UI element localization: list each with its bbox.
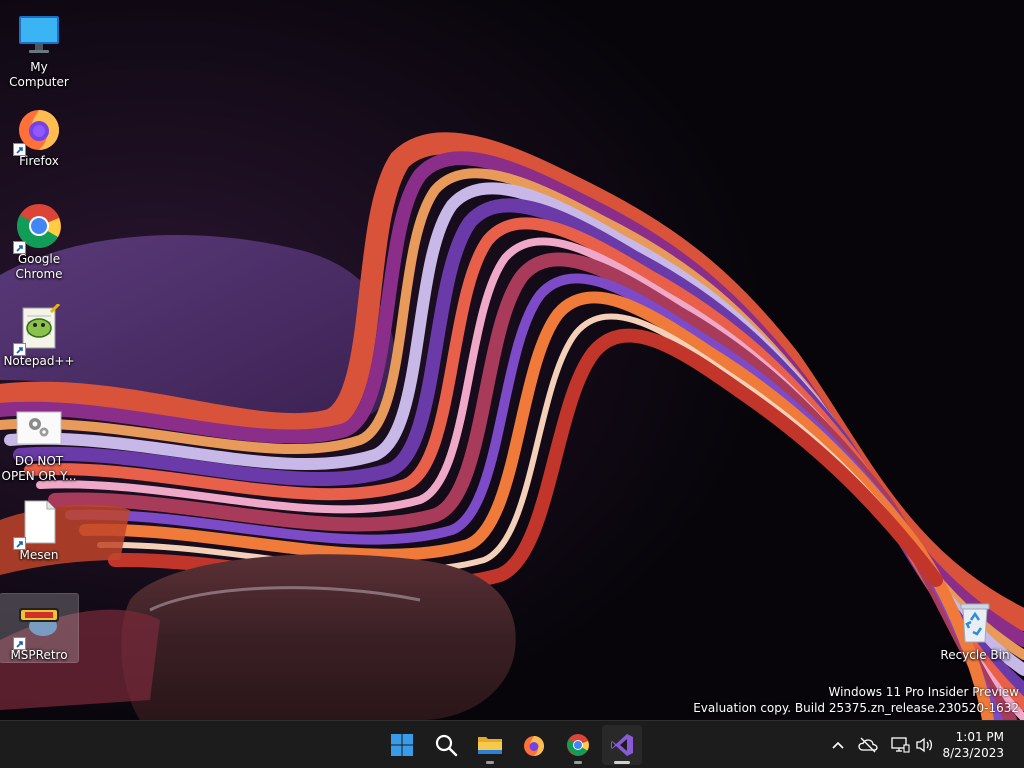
taskbar-app-firefox[interactable] [514,725,554,765]
shortcut-arrow-icon [13,143,26,156]
desktop-icon-label: DO NOT OPEN OR Y... [1,454,77,483]
running-indicator [486,761,494,764]
settings-file-icon [15,404,63,452]
desktop-icon-recycle-bin[interactable]: Recycle Bin [936,594,1014,662]
desktop-icon-notepadpp[interactable]: Notepad++ [0,300,78,370]
taskbar-app-chrome[interactable] [558,725,598,765]
wallpaper [0,0,1024,720]
start-button[interactable] [382,725,422,765]
volume-icon [916,737,933,753]
network-icon [891,737,910,753]
shortcut-arrow-icon [13,637,26,650]
active-indicator [614,761,630,764]
firefox-icon [524,736,544,756]
desktop-icon-label: Mesen [19,548,59,562]
desktop-icon-my-computer[interactable]: My Computer [0,6,78,89]
taskbar: 1:01 PM 8/23/2023 [0,720,1024,768]
watermark-line-1: Windows 11 Pro Insider Preview [828,685,1019,699]
desktop-icon-google-chrome[interactable]: Google Chrome [0,198,78,286]
search-icon [435,734,458,757]
desktop-icon-label: Google Chrome [15,252,63,281]
desktop-icon-label: My Computer [9,60,69,89]
evaluation-watermark: Windows 11 Pro Insider Preview Evaluatio… [693,684,1019,716]
clock-date: 8/23/2023 [942,746,1004,760]
mspretro-icon [13,598,63,650]
chevron-up-icon [832,741,844,749]
blank-file-icon [13,498,63,550]
clock-time: 1:01 PM [955,730,1004,744]
desktop-icon-do-not-open[interactable]: DO NOT OPEN OR Y... [0,400,78,484]
taskbar-app-visual-studio[interactable] [602,725,642,765]
show-hidden-icons-button[interactable] [826,731,850,759]
desktop[interactable]: My Computer Firefox Google Chrome Notepa… [0,0,1024,720]
chrome-icon [567,734,589,756]
desktop-icon-firefox[interactable]: Firefox [0,100,78,174]
watermark-line-2: Evaluation copy. Build 25375.zn_release.… [693,701,1019,715]
windows-logo-icon [391,734,413,756]
desktop-icon-label: MSPRetro [10,648,68,662]
taskbar-app-file-explorer[interactable] [470,725,510,765]
desktop-icon-mesen[interactable]: Mesen [0,494,78,564]
notepadpp-icon [13,302,63,356]
chrome-icon [13,202,63,254]
search-button[interactable] [426,725,466,765]
taskbar-clock[interactable]: 1:01 PM 8/23/2023 [942,729,1004,761]
shortcut-arrow-icon [13,537,26,550]
desktop-icon-label: Firefox [19,154,59,168]
shortcut-arrow-icon [13,343,26,356]
visual-studio-icon [611,734,633,756]
desktop-icon-mspretro[interactable]: MSPRetro [0,593,79,663]
tray-volume[interactable] [912,731,936,759]
desktop-icon-label: Notepad++ [3,354,75,368]
shortcut-arrow-icon [13,241,26,254]
tray-onedrive[interactable] [856,731,880,759]
desktop-icon-label: Recycle Bin [940,648,1010,662]
tray-network[interactable] [888,731,912,759]
monitor-icon [15,10,63,58]
cloud-off-icon [858,737,878,753]
firefox-icon [13,104,63,156]
running-indicator [574,761,582,764]
recycle-bin-icon [951,598,999,646]
folder-icon [478,737,502,754]
